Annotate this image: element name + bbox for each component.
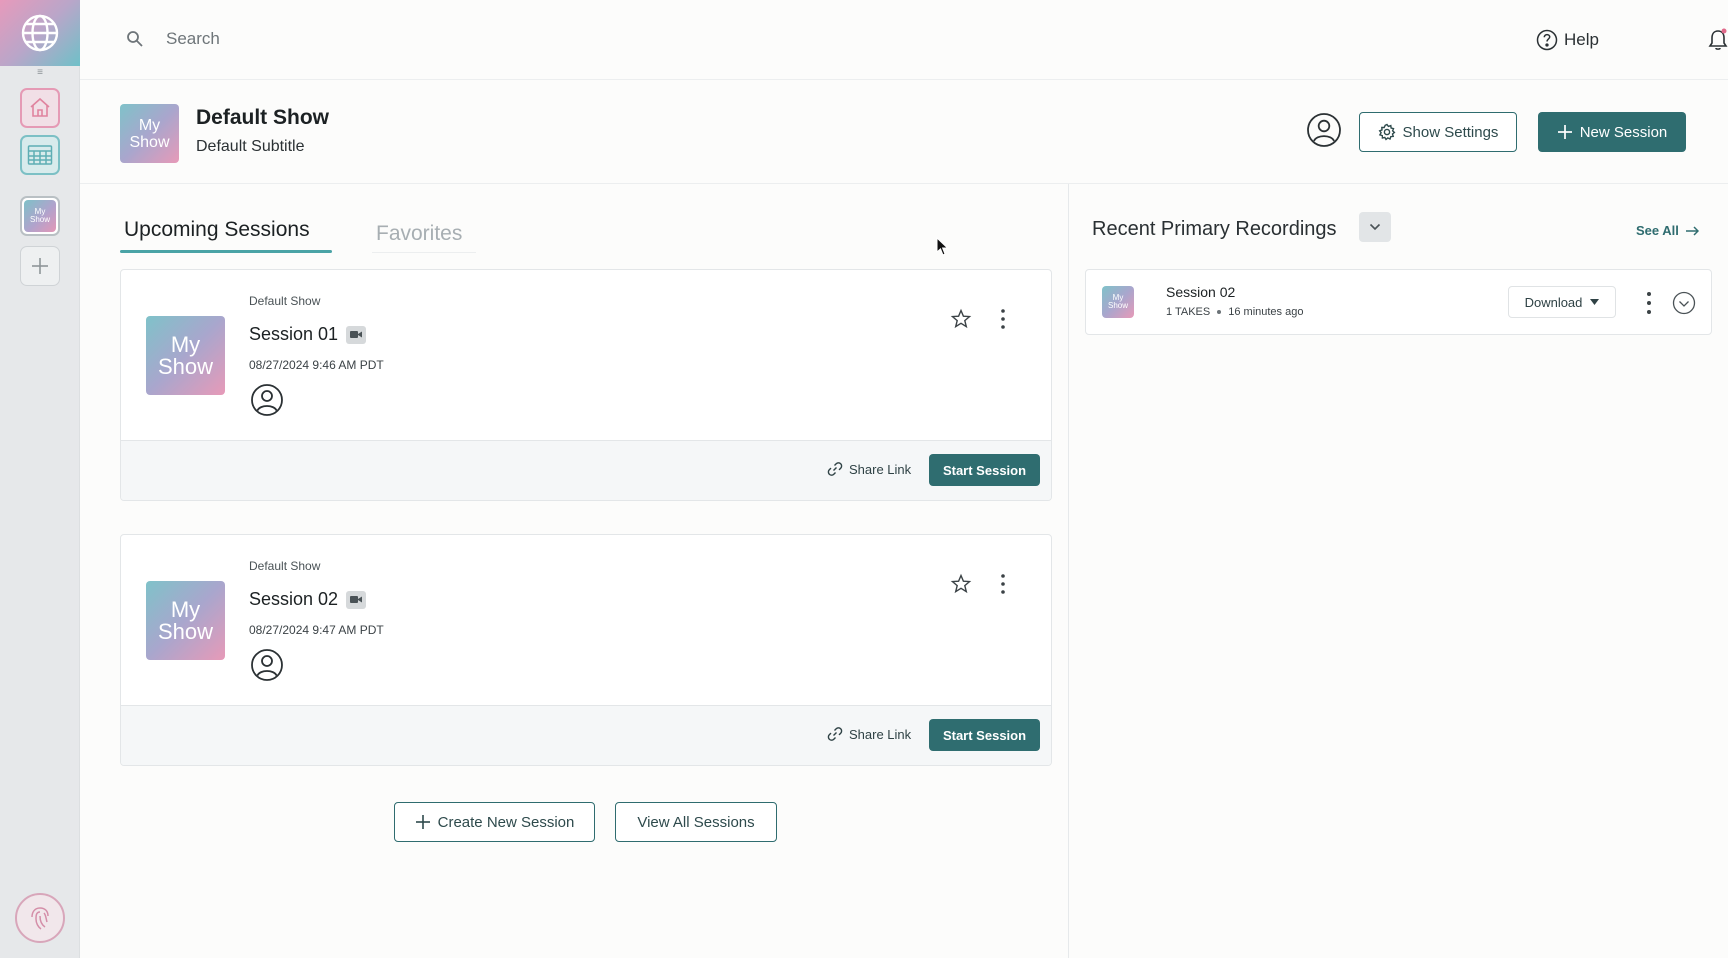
more-options-icon[interactable] <box>997 308 1009 330</box>
profile-badge-button[interactable] <box>15 893 65 943</box>
more-options-icon[interactable] <box>997 573 1009 595</box>
favorite-star-icon[interactable] <box>950 308 972 330</box>
chevron-down-icon <box>1369 223 1381 231</box>
session-title: Session 01 <box>249 324 339 344</box>
show-thumbnail: My Show <box>120 104 179 163</box>
session-show-name: Default Show <box>249 294 321 308</box>
chevron-circle-icon[interactable] <box>1672 291 1696 315</box>
create-new-session-button[interactable]: Create New Session <box>394 802 595 842</box>
session-show-name: Default Show <box>249 559 321 573</box>
nav-home-button[interactable] <box>20 88 60 128</box>
help-label: Help <box>1564 30 1599 49</box>
left-rail: ≡ My Show <box>0 0 80 958</box>
show-header: My Show Default Show Default Subtitle Sho… <box>80 80 1728 184</box>
session-card-footer: Share Link Start Session <box>121 440 1051 500</box>
question-circle-icon <box>1536 29 1558 51</box>
nav-calendar-button[interactable] <box>20 135 60 175</box>
session-title-row: Session 02 <box>249 589 367 610</box>
new-session-button[interactable]: New Session <box>1538 112 1686 152</box>
session-card[interactable]: My Show Default Show Session 01 08/27/202… <box>120 269 1052 501</box>
download-dropdown-button[interactable]: Download <box>1508 286 1616 318</box>
favorite-star-icon[interactable] <box>950 573 972 595</box>
recording-takes: 1 TAKES <box>1166 306 1211 318</box>
help-button[interactable]: Help <box>1536 26 1599 54</box>
session-thumbnail: My Show <box>146 581 225 660</box>
home-icon <box>30 97 50 117</box>
gear-icon <box>1378 123 1396 141</box>
page-title: Default Show <box>196 106 330 129</box>
start-session-button[interactable]: Start Session <box>929 454 1040 486</box>
video-camera-icon <box>346 325 367 344</box>
create-new-session-label: Create New Session <box>437 813 575 831</box>
top-bar: Help <box>80 0 1728 80</box>
session-date: 08/27/2024 9:46 AM PDT <box>249 358 384 372</box>
caret-down-icon <box>1590 299 1600 305</box>
session-card-footer: Share Link Start Session <box>121 705 1051 765</box>
video-camera-icon <box>346 590 367 609</box>
session-card[interactable]: My Show Default Show Session 02 08/27/202… <box>120 534 1052 766</box>
tab-upcoming-sessions[interactable]: Upcoming Sessions <box>124 218 310 242</box>
tab-favorites[interactable]: Favorites <box>376 222 462 246</box>
recording-meta: 1 TAKES 16 minutes ago <box>1166 306 1303 318</box>
active-tab-indicator <box>120 250 332 253</box>
share-link-button[interactable]: Share Link <box>827 461 911 477</box>
plus-icon <box>415 815 430 829</box>
show-settings-button[interactable]: Show Settings <box>1359 112 1517 152</box>
session-title-row: Session 01 <box>249 324 367 345</box>
share-link-label: Share Link <box>849 726 912 742</box>
session-date: 08/27/2024 9:47 AM PDT <box>249 623 384 637</box>
show-settings-label: Show Settings <box>1402 123 1499 141</box>
tab-divider <box>372 252 476 253</box>
host-avatar-icon[interactable] <box>1306 112 1342 148</box>
search-input[interactable] <box>166 26 566 52</box>
fingerprint-icon <box>31 907 49 930</box>
bell-icon[interactable] <box>1704 26 1728 54</box>
calendar-icon <box>27 145 53 165</box>
share-link-label: Share Link <box>849 461 912 477</box>
globe-icon <box>21 14 59 52</box>
share-link-button[interactable]: Share Link <box>827 726 911 742</box>
separator-dot <box>1217 310 1222 314</box>
recording-age: 16 minutes ago <box>1228 306 1304 318</box>
arrow-right-icon <box>1685 225 1699 236</box>
nav-show-button[interactable]: My Show <box>20 196 60 236</box>
show-thumbnail: My Show <box>24 200 56 232</box>
plus-icon <box>32 258 48 274</box>
download-label: Download <box>1524 294 1583 310</box>
session-title: Session 02 <box>249 589 339 609</box>
start-session-button[interactable]: Start Session <box>929 719 1040 751</box>
see-all-label: See All <box>1636 223 1679 238</box>
recording-title: Session 02 <box>1166 284 1236 300</box>
link-icon <box>827 727 843 741</box>
more-options-icon[interactable] <box>1643 291 1655 315</box>
see-all-link[interactable]: See All <box>1636 223 1699 238</box>
recordings-filter-dropdown[interactable] <box>1359 212 1391 242</box>
mouse-cursor-icon <box>936 237 949 256</box>
app-logo[interactable] <box>0 0 80 66</box>
page-subtitle: Default Subtitle <box>196 138 305 155</box>
view-all-sessions-button[interactable]: View All Sessions <box>615 802 777 842</box>
drag-handle-icon[interactable]: ≡ <box>34 68 46 78</box>
add-show-button[interactable] <box>20 246 60 286</box>
participant-avatar-icon <box>251 384 283 416</box>
new-session-label: New Session <box>1579 123 1668 141</box>
search-icon <box>127 31 143 47</box>
link-icon <box>827 462 843 476</box>
participant-avatar-icon <box>251 649 283 681</box>
session-thumbnail: My Show <box>146 316 225 395</box>
recording-thumbnail: My Show <box>1102 286 1134 318</box>
panel-divider <box>1068 184 1069 958</box>
plus-icon <box>1557 125 1572 139</box>
recordings-title: Recent Primary Recordings <box>1092 218 1337 240</box>
recording-item[interactable]: My Show Session 02 1 TAKES 16 minutes ago… <box>1085 269 1712 335</box>
